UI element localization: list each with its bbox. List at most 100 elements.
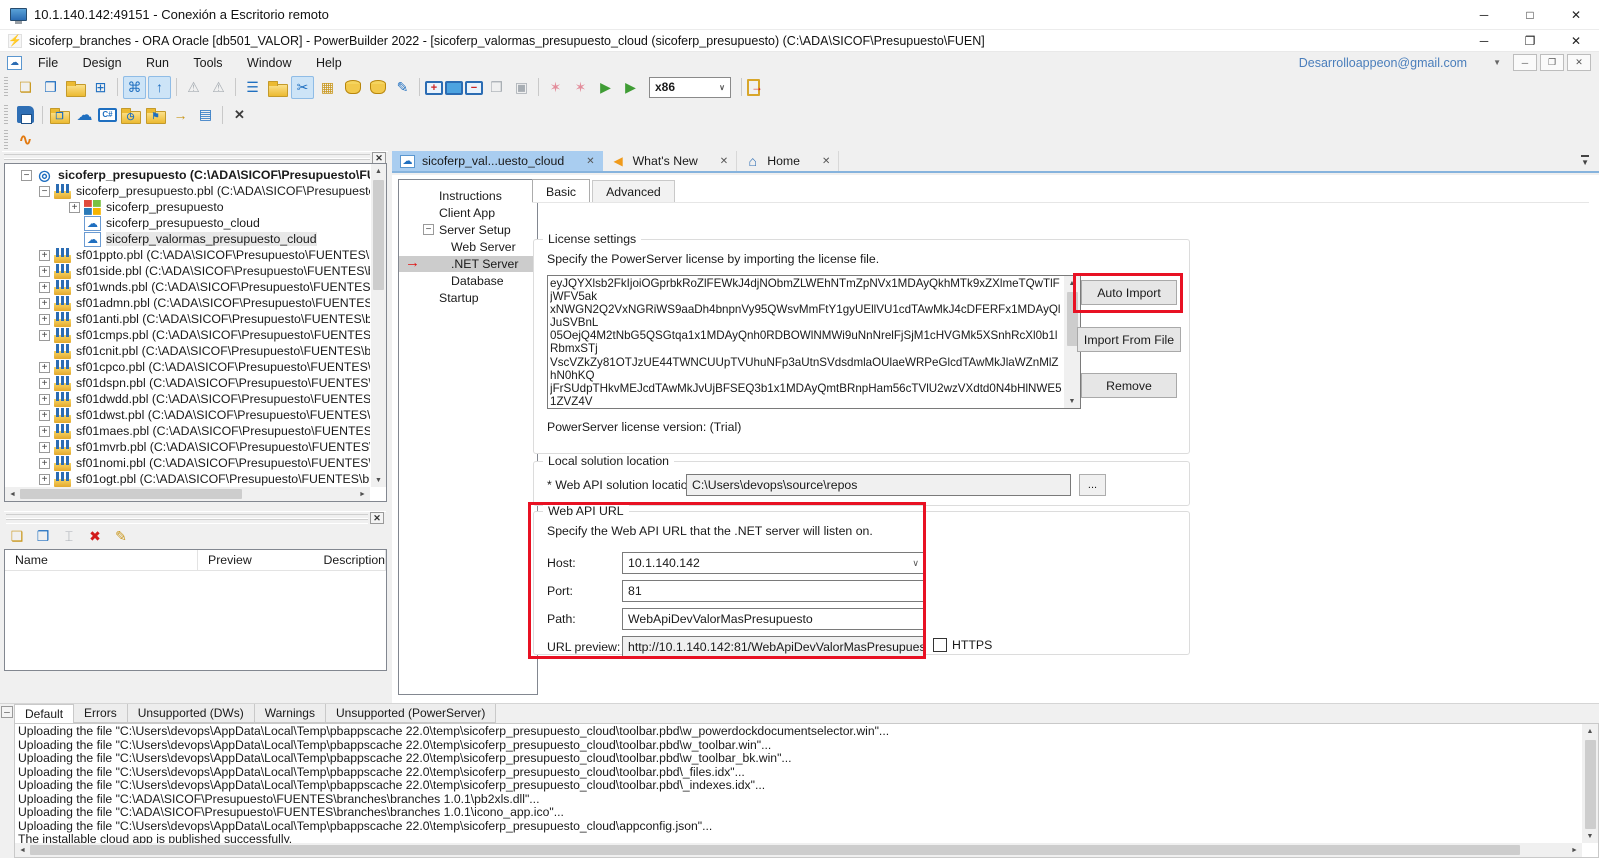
toolbar-button[interactable]: ▶ xyxy=(619,76,642,99)
tree-item[interactable]: sicoferp_presupuesto_cloud xyxy=(5,215,370,231)
nav-item[interactable]: Web Server xyxy=(399,239,537,255)
tree-item[interactable]: + sf01mvrb.pbl (C:\ADA\SICOF\Presupuesto… xyxy=(5,439,370,455)
tree-item[interactable]: + sicoferp_presupuesto xyxy=(5,199,370,215)
tree-expander-icon[interactable]: + xyxy=(39,378,50,389)
toolbar-button[interactable]: ⚠ xyxy=(182,76,205,99)
toolbar-button[interactable]: ❒ xyxy=(485,76,508,99)
output-tab[interactable]: Unsupported (PowerServer) xyxy=(326,704,496,723)
toolbar-button[interactable]: ▦ xyxy=(316,76,339,99)
tree-item[interactable]: + sf01ogt.pbl (C:\ADA\SICOF\Presupuesto\… xyxy=(5,471,370,487)
tree-expander-icon[interactable]: + xyxy=(39,394,50,405)
app-close-button[interactable]: ✕ xyxy=(1553,30,1599,52)
toolbar-button[interactable] xyxy=(232,76,239,99)
scroll-right-icon[interactable]: ► xyxy=(1567,843,1582,857)
toolbar-button[interactable]: ∿ xyxy=(14,128,37,151)
toolbar-button[interactable] xyxy=(219,103,226,126)
toolbar-button[interactable]: ❏ xyxy=(5,525,29,547)
app-restore-button[interactable]: ❐ xyxy=(1507,30,1553,52)
toolbar-button[interactable]: ⊞ xyxy=(89,76,112,99)
tree-item[interactable]: + sf01anti.pbl (C:\ADA\SICOF\Presupuesto… xyxy=(5,311,370,327)
toolbar-button[interactable]: ❏ xyxy=(14,76,37,99)
menu-item[interactable]: Help xyxy=(306,54,352,72)
toolbar-button[interactable] xyxy=(535,76,542,99)
toolbar-button[interactable] xyxy=(266,76,289,99)
tab-close-icon[interactable]: ✕ xyxy=(586,156,594,167)
toolbar-button[interactable] xyxy=(366,76,389,99)
scroll-up-icon[interactable]: ▲ xyxy=(1583,724,1598,738)
document-tab[interactable]: ◀ What's New ✕ xyxy=(603,151,738,171)
toolbar-button[interactable]: ◷ xyxy=(119,103,142,126)
nav-expander-icon[interactable] xyxy=(423,275,434,286)
nav-expander-icon[interactable]: − xyxy=(423,224,434,235)
scroll-left-icon[interactable]: ◄ xyxy=(15,843,30,857)
output-horizontal-scrollbar[interactable]: ◄ ► xyxy=(15,843,1582,857)
exit-button[interactable]: → xyxy=(747,79,760,96)
license-textbox[interactable]: eyJQYXlsb2FkIjoiOGprbkRoZlFEWkJ4djNObmZL… xyxy=(547,275,1081,409)
toolbar-button[interactable]: ✕ xyxy=(228,103,251,126)
tree-expander-icon[interactable]: + xyxy=(39,314,50,325)
tab-advanced[interactable]: Advanced xyxy=(592,180,675,202)
menu-item[interactable]: Design xyxy=(73,54,132,72)
toolbar-button[interactable]: ✶ xyxy=(544,76,567,99)
auto-import-button[interactable]: Auto Import xyxy=(1081,280,1177,305)
import-from-file-button[interactable]: Import From File xyxy=(1077,327,1181,352)
toolbar-button[interactable]: ▣ xyxy=(510,76,533,99)
output-tab[interactable]: Unsupported (DWs) xyxy=(128,704,255,723)
tree-expander-icon[interactable]: + xyxy=(39,330,50,341)
column-header[interactable]: Description xyxy=(313,550,386,570)
scroll-down-icon[interactable]: ▼ xyxy=(371,473,386,487)
toolbar-button[interactable]: + xyxy=(425,81,443,95)
rdp-maximize-button[interactable]: □ xyxy=(1507,0,1553,30)
object-list-rebar[interactable]: ✕ xyxy=(4,511,386,523)
tree-expander-icon[interactable]: − xyxy=(21,170,32,181)
account-link[interactable]: Desarrolloappeon@gmail.com xyxy=(1299,56,1467,70)
tree-item[interactable]: + sf01admn.pbl (C:\ADA\SICOF\Presupuesto… xyxy=(5,295,370,311)
nav-expander-icon[interactable] xyxy=(423,292,434,303)
toolbar-button[interactable]: ✂ xyxy=(291,76,314,99)
output-tab[interactable]: Warnings xyxy=(255,704,326,723)
tree-expander-icon[interactable]: + xyxy=(39,282,50,293)
toolbar-button[interactable]: ❐ xyxy=(39,76,62,99)
toolbar-button[interactable]: − xyxy=(465,81,483,95)
document-tab[interactable]: ☁ sicoferp_val...uesto_cloud ✕ xyxy=(392,151,603,171)
toolbar-button[interactable] xyxy=(416,76,423,99)
toolbar-button[interactable]: ⌘ xyxy=(123,76,146,99)
tree-expander-icon[interactable]: + xyxy=(39,298,50,309)
nav-expander-icon[interactable] xyxy=(423,241,434,252)
tab-close-icon[interactable]: ✕ xyxy=(822,156,830,167)
account-chevron-icon[interactable]: ▼ xyxy=(1493,58,1501,67)
toolbar-button[interactable] xyxy=(173,76,180,99)
toolbar-button[interactable]: ✎ xyxy=(391,76,414,99)
toolbar-button[interactable]: ❐ xyxy=(31,525,55,547)
mdi-close-button[interactable]: ✕ xyxy=(1567,54,1591,71)
tree-expander-icon[interactable] xyxy=(39,346,50,357)
output-tab[interactable]: Default xyxy=(14,704,74,723)
target-platform-select[interactable]: x86 ∨ xyxy=(649,77,731,98)
toolbar-button[interactable]: ↑ xyxy=(148,76,171,99)
scrollbar-thumb[interactable] xyxy=(30,845,1520,855)
tree-expander-icon[interactable]: + xyxy=(39,410,50,421)
document-system-menu-icon[interactable]: ☁ xyxy=(7,56,22,70)
tree-item[interactable]: − sicoferp_presupuesto (C:\ADA\SICOF\Pre… xyxy=(5,167,370,183)
toolbar-grip[interactable] xyxy=(4,130,8,150)
nav-expander-icon[interactable] xyxy=(423,207,434,218)
column-header[interactable]: Name xyxy=(5,550,198,570)
scrollbar-thumb[interactable] xyxy=(1585,740,1596,829)
toolbar-button[interactable] xyxy=(14,103,37,126)
toolbar-button[interactable]: ✖ xyxy=(83,525,107,547)
https-checkbox[interactable] xyxy=(933,638,947,652)
toolbar-button[interactable]: → xyxy=(169,103,192,126)
tree-item[interactable]: + sf01dwdd.pbl (C:\ADA\SICOF\Presupuesto… xyxy=(5,391,370,407)
rdp-minimize-button[interactable]: ─ xyxy=(1461,0,1507,30)
scrollbar-thumb[interactable] xyxy=(373,180,384,290)
nav-expander-icon[interactable] xyxy=(423,258,434,269)
tree-expander-icon[interactable] xyxy=(69,234,80,245)
toolbar-button[interactable] xyxy=(39,103,46,126)
toolbar-button[interactable]: ▤ xyxy=(194,103,217,126)
tree-item[interactable]: + sf01dspn.pbl (C:\ADA\SICOF\Presupuesto… xyxy=(5,375,370,391)
nav-item[interactable]: − Server Setup xyxy=(399,222,537,238)
rdp-close-button[interactable]: ✕ xyxy=(1553,0,1599,30)
nav-item[interactable]: Client App xyxy=(399,205,537,221)
panel-splitter[interactable] xyxy=(0,502,390,511)
tree-item[interactable]: + sf01ppto.pbl (C:\ADA\SICOF\Presupuesto… xyxy=(5,247,370,263)
